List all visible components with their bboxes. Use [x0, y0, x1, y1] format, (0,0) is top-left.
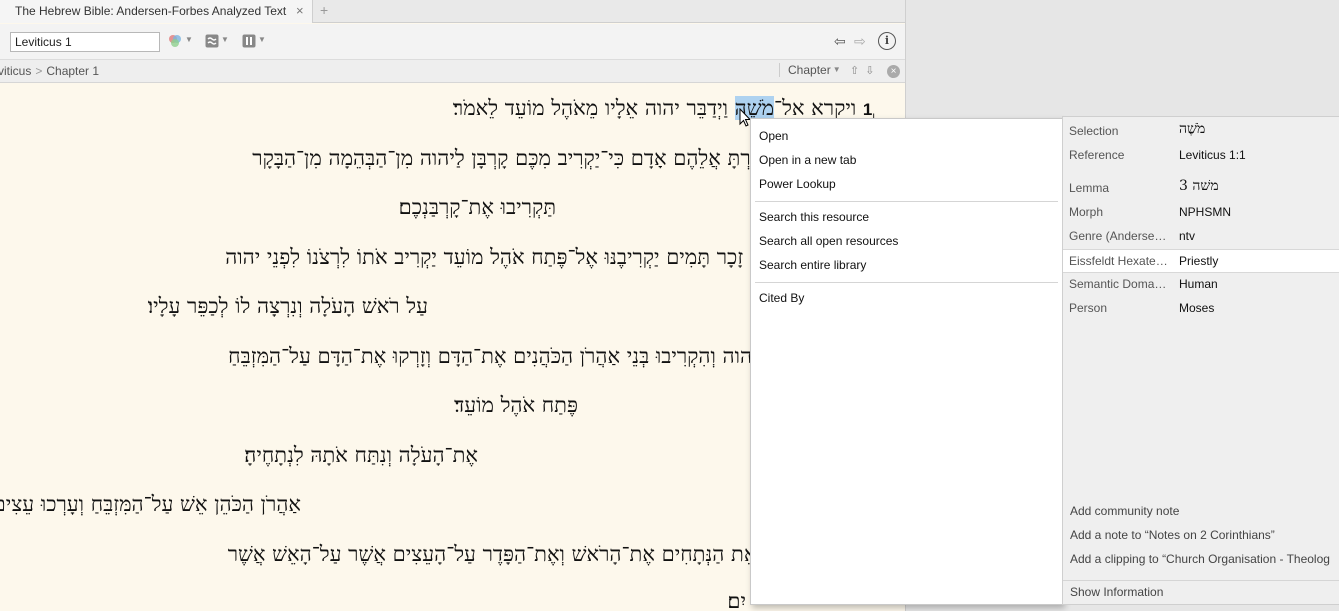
menu-item-search-library[interactable]: Search entire library: [759, 258, 866, 272]
hebrew-line[interactable]: יִם׃: [727, 589, 746, 611]
selection-info-panel: Selection מֹשֶׁה Reference Leviticus 1:1…: [1062, 116, 1339, 605]
info-row-selection[interactable]: Selection מֹשֶׁה: [1063, 120, 1339, 144]
info-row-person[interactable]: Person Moses: [1063, 297, 1339, 321]
info-label: Semantic Doma…: [1069, 277, 1167, 291]
resource-toolbar: ▼ ▼ ▼ ⇦ ⇨ i: [0, 24, 905, 60]
menu-item-open[interactable]: Open: [759, 129, 788, 143]
resource-tab[interactable]: The Hebrew Bible: Andersen-Forbes Analyz…: [0, 0, 313, 23]
tab-close-icon[interactable]: ×: [296, 3, 304, 18]
close-navigation-icon[interactable]: ×: [887, 65, 900, 78]
info-row-genre[interactable]: Genre (Anderse… ntv: [1063, 225, 1339, 249]
columns-icon: [242, 34, 256, 48]
info-value: NPHSMN: [1179, 205, 1232, 219]
parallel-icon: [205, 34, 219, 48]
hebrew-line[interactable]: פֶּתַח אֹהֶל מוֹעֵד׃: [454, 393, 578, 418]
show-information-link[interactable]: Show Information: [1070, 585, 1163, 599]
info-value: Priestly: [1179, 254, 1219, 268]
context-menu: Open Open in a new tab Power Lookup Sear…: [750, 118, 1063, 605]
back-arrow-icon[interactable]: ⇦: [834, 33, 846, 50]
previous-chapter-icon[interactable]: ⇧: [850, 65, 859, 77]
info-row-morph[interactable]: Morph NPHSMN: [1063, 201, 1339, 225]
nav-mode-label[interactable]: Chapter: [788, 63, 831, 77]
hebrew-text[interactable]: ויקרא אל־: [774, 96, 856, 120]
info-row-eissfeldt-hexateuch[interactable]: Eissfeldt Hexate… Priestly: [1063, 249, 1339, 273]
next-chapter-icon[interactable]: ⇩: [865, 65, 874, 77]
info-value: Leviticus 1:1: [1179, 148, 1246, 162]
info-row-lemma[interactable]: Lemma משׁה 3: [1063, 177, 1339, 201]
info-row-reference[interactable]: Reference Leviticus 1:1: [1063, 144, 1339, 168]
panel-menu-button[interactable]: ▼: [242, 33, 266, 51]
visual-filter-icon: [169, 34, 181, 47]
panel-divider: [1063, 580, 1339, 581]
hebrew-line[interactable]: תַּקְרִיבוּ אֶת־קָרְבַּנְכֶם׃: [399, 195, 556, 220]
info-value: מֹשֶׁה: [1179, 121, 1206, 137]
info-label: Reference: [1069, 148, 1125, 162]
breadcrumb-book[interactable]: viticus: [0, 64, 31, 78]
info-value: משׁה 3: [1179, 178, 1219, 194]
hebrew-line[interactable]: אֶת־הָעֹלָה וְנִתַּח אֹתָהּ לִנְתָחֶיהָ׃: [244, 443, 478, 468]
menu-item-search-open-resources[interactable]: Search all open resources: [759, 234, 898, 248]
menu-divider: [755, 282, 1058, 283]
info-value: Moses: [1179, 301, 1215, 315]
chevron-down-icon: ▼: [185, 35, 193, 44]
chevron-down-icon: ▼: [258, 35, 266, 44]
info-label: Morph: [1069, 205, 1104, 219]
parallel-resources-button[interactable]: ▼: [205, 33, 229, 51]
menu-item-power-lookup[interactable]: Power Lookup: [759, 177, 836, 191]
menu-item-open-new-tab[interactable]: Open in a new tab: [759, 153, 856, 167]
new-tab-icon[interactable]: +: [320, 2, 328, 18]
visual-filters-button[interactable]: ▼: [167, 33, 193, 51]
menu-divider: [755, 201, 1058, 202]
info-label: Lemma: [1069, 181, 1110, 195]
info-label: Eissfeldt Hexate…: [1069, 254, 1168, 268]
info-label: Selection: [1069, 124, 1119, 138]
info-row-semantic-domain[interactable]: Semantic Doma… Human: [1063, 273, 1339, 297]
forward-arrow-icon[interactable]: ⇨: [854, 33, 866, 50]
navigation-bar: viticus > Chapter 1 Chapter ▼ ⇧ ⇩ ×: [0, 60, 905, 83]
info-value: ntv: [1179, 229, 1196, 243]
hebrew-line[interactable]: עַל רֹאשׁ הָעֹלָה וְנִרְצָה לוֹ לְכַפֵּר…: [148, 294, 428, 319]
info-label: Genre (Anderse…: [1069, 229, 1167, 243]
menu-item-cited-by[interactable]: Cited By: [759, 291, 804, 305]
info-value: Human: [1179, 277, 1218, 291]
add-clipping-link[interactable]: Add a clipping to “Church Organisation -…: [1070, 552, 1330, 566]
tab-title: The Hebrew Bible: Andersen-Forbes Analyz…: [15, 4, 287, 18]
breadcrumb-separator: >: [35, 64, 43, 78]
add-note-link[interactable]: Add a note to “Notes on 2 Corinthians”: [1070, 528, 1275, 542]
menu-item-search-resource[interactable]: Search this resource: [759, 210, 869, 224]
chevron-down-icon: ▼: [221, 35, 229, 44]
info-label: Person: [1069, 301, 1108, 315]
chapter-navigator[interactable]: Chapter ▼ ⇧ ⇩: [779, 63, 874, 77]
hebrew-text[interactable]: וַיְדַבֵּר יהוה אֵלָיו מֵאֹהֶל מוֹעֵד לֵ…: [453, 96, 735, 120]
tab-bar: The Hebrew Bible: Andersen-Forbes Analyz…: [0, 0, 905, 23]
breadcrumb: viticus > Chapter 1: [0, 64, 99, 78]
info-icon[interactable]: i: [878, 32, 896, 50]
hebrew-line[interactable]: אַהֲרֹן הַכֹּהֵן אֵשׁ עַל־הַמִּזְבֵּחַ ו…: [0, 492, 301, 517]
reference-input[interactable]: [10, 32, 160, 52]
chevron-down-icon: ▼: [832, 65, 841, 74]
add-community-note-link[interactable]: Add community note: [1070, 504, 1179, 518]
breadcrumb-chapter[interactable]: Chapter 1: [46, 64, 99, 78]
